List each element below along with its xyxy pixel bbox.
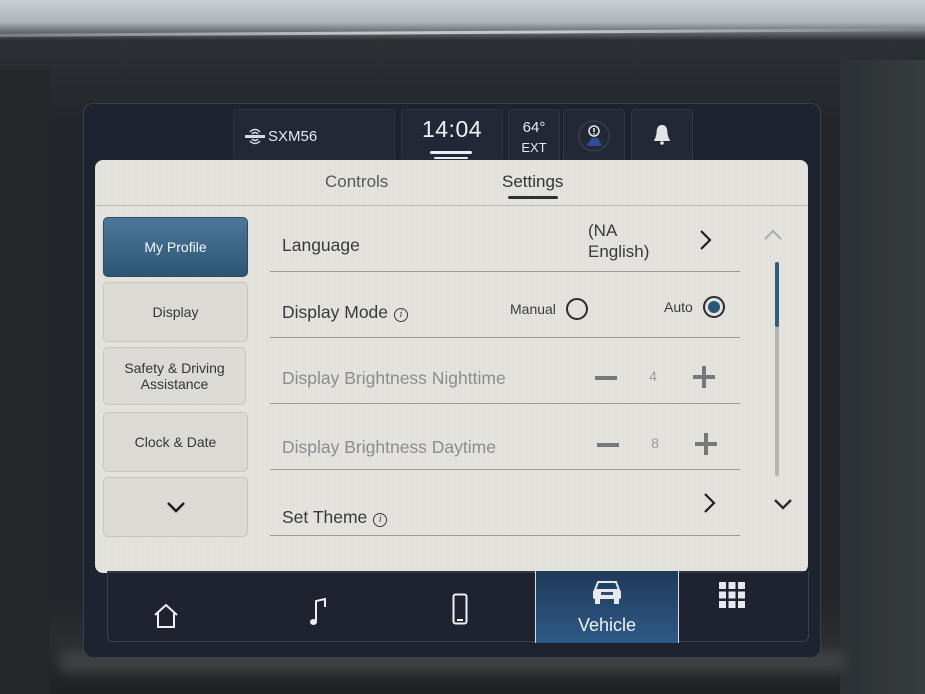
vehicle-icon bbox=[593, 581, 621, 604]
scroll-down-icon[interactable] bbox=[772, 497, 794, 511]
sidebar-item-label: Clock & Date bbox=[134, 434, 217, 450]
nav-vehicle[interactable]: Vehicle bbox=[535, 571, 679, 643]
driver-alert-button[interactable] bbox=[563, 109, 625, 163]
phone-icon bbox=[452, 593, 468, 625]
decrease-button[interactable] bbox=[597, 443, 619, 447]
temperature-display: 64° EXT bbox=[508, 109, 560, 163]
setting-label: Display Brightness Nighttime bbox=[282, 368, 506, 388]
status-bar: SXM56 14:04 64° EXT bbox=[83, 103, 821, 163]
settings-panel: Controls Settings My Profile Display Saf… bbox=[95, 160, 808, 573]
language-value: (NA English) bbox=[588, 220, 649, 262]
notifications-button[interactable] bbox=[631, 109, 693, 163]
radio-label-manual: Manual bbox=[510, 301, 556, 317]
brightness-daytime-value: 8 bbox=[651, 435, 659, 451]
radio-auto[interactable] bbox=[703, 296, 725, 318]
clock-button[interactable]: 14:04 bbox=[401, 109, 503, 163]
sidebar-more-button[interactable] bbox=[103, 477, 248, 537]
bezel-right bbox=[840, 60, 925, 694]
temperature-label: EXT bbox=[521, 140, 547, 155]
tab-bar: Controls Settings bbox=[95, 160, 808, 206]
nav-phone[interactable] bbox=[388, 571, 533, 641]
setting-label: Language bbox=[282, 235, 360, 255]
pull-down-handle[interactable] bbox=[430, 151, 472, 154]
chevron-right-icon[interactable] bbox=[702, 492, 716, 514]
temperature-value: 64° bbox=[522, 119, 546, 136]
tab-settings[interactable]: Settings bbox=[502, 172, 563, 192]
brightness-nighttime-value: 4 bbox=[649, 368, 657, 384]
bottom-navigation: Vehicle bbox=[107, 571, 809, 643]
setting-row-set-theme[interactable]: Set Theme i bbox=[270, 469, 740, 536]
setting-row-display-mode: Display Mode i Manual Auto bbox=[270, 271, 740, 338]
apps-grid-icon bbox=[719, 582, 745, 608]
sidebar-item-safety-driving-assistance[interactable]: Safety & Driving Assistance bbox=[103, 347, 246, 405]
scrollbar-thumb[interactable] bbox=[775, 262, 779, 327]
dashboard-trim bbox=[0, 28, 925, 37]
bell-icon bbox=[654, 125, 670, 145]
increase-button[interactable] bbox=[695, 433, 717, 455]
chevron-down-icon bbox=[166, 502, 185, 513]
chevron-right-icon[interactable] bbox=[698, 229, 712, 251]
language-value-line1: (NA bbox=[588, 221, 618, 240]
pull-down-handle-secondary bbox=[434, 157, 468, 159]
setting-row-language[interactable]: Language (NA English) bbox=[270, 205, 740, 272]
tab-controls[interactable]: Controls bbox=[325, 172, 388, 192]
info-icon[interactable]: i bbox=[373, 513, 388, 527]
infotainment-screen: SXM56 14:04 64° EXT Controls Settings My… bbox=[83, 103, 821, 658]
radio-station-button[interactable]: SXM56 bbox=[233, 109, 395, 163]
setting-label: Set Theme i bbox=[282, 507, 388, 528]
nav-media[interactable] bbox=[248, 571, 388, 641]
nav-vehicle-label: Vehicle bbox=[577, 615, 637, 635]
setting-row-brightness-nighttime: Display Brightness Nighttime 4 bbox=[270, 337, 740, 404]
music-note-icon bbox=[310, 597, 326, 625]
info-icon[interactable]: i bbox=[394, 308, 409, 322]
radio-label-auto: Auto bbox=[664, 299, 693, 315]
nav-home[interactable] bbox=[108, 571, 248, 641]
home-icon bbox=[154, 603, 178, 628]
setting-label-text: Set Theme bbox=[282, 507, 368, 527]
sidebar-item-clock-date[interactable]: Clock & Date bbox=[103, 412, 248, 472]
siriusxm-icon bbox=[245, 128, 265, 145]
bezel-left bbox=[0, 70, 50, 694]
setting-label: Display Mode i bbox=[282, 302, 409, 323]
language-value-line2: English) bbox=[588, 242, 650, 261]
setting-label-text: Display Mode bbox=[282, 302, 389, 322]
radio-manual[interactable] bbox=[566, 298, 588, 320]
setting-row-brightness-daytime: Display Brightness Daytime 8 bbox=[270, 403, 740, 470]
sidebar-item-label: Display bbox=[152, 304, 199, 320]
sidebar-item-label: Safety & Driving Assistance bbox=[124, 360, 225, 392]
driver-alert-icon bbox=[578, 120, 610, 152]
sidebar-item-my-profile[interactable]: My Profile bbox=[103, 217, 248, 277]
increase-button[interactable] bbox=[693, 366, 715, 388]
sidebar-item-label: My Profile bbox=[144, 239, 207, 255]
sidebar-item-display[interactable]: Display bbox=[103, 282, 248, 342]
radio-station-label: SXM56 bbox=[268, 128, 318, 145]
scroll-up-icon[interactable] bbox=[762, 228, 784, 242]
clock-time: 14:04 bbox=[421, 116, 483, 142]
decrease-button[interactable] bbox=[595, 376, 617, 380]
nav-apps[interactable] bbox=[680, 571, 808, 641]
active-tab-indicator bbox=[508, 196, 558, 199]
setting-label: Display Brightness Daytime bbox=[282, 437, 496, 457]
